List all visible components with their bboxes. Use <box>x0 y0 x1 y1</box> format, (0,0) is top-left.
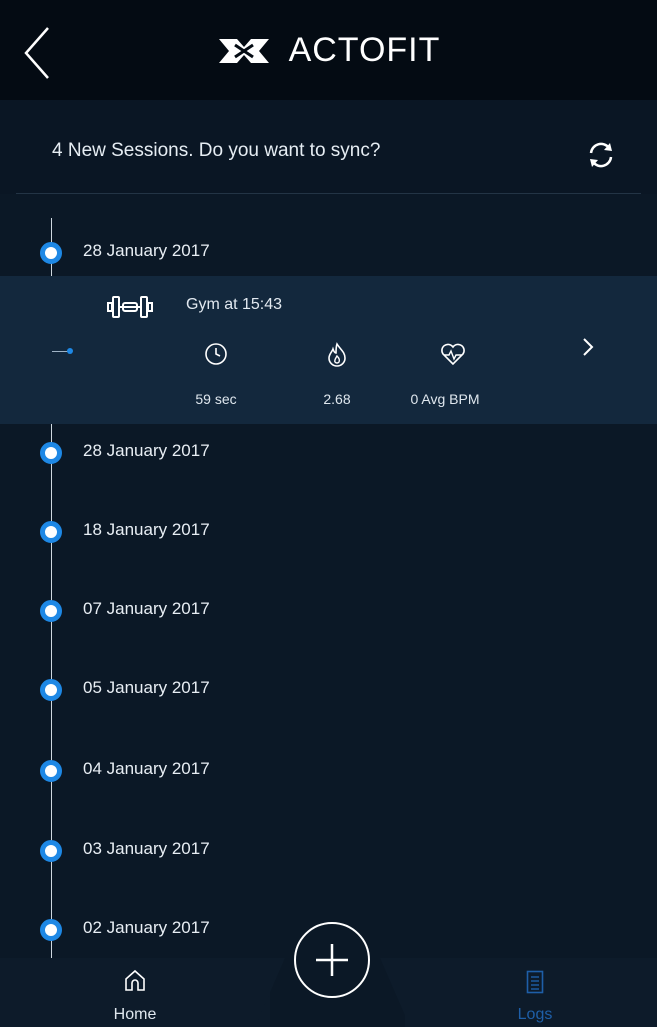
sync-button[interactable] <box>586 140 616 170</box>
timeline-date-item[interactable]: 04 January 2017 <box>0 754 657 794</box>
dumbbell-icon <box>107 296 153 318</box>
timeline-dot <box>40 760 62 782</box>
date-label: 18 January 2017 <box>83 520 210 539</box>
sync-message: 4 New Sessions. Do you want to sync? <box>52 140 381 161</box>
timeline-dot <box>40 442 62 464</box>
calories-value: 2.68 <box>323 391 351 407</box>
heart-rate-value: 0 Avg BPM <box>410 391 480 407</box>
date-label: 28 January 2017 <box>83 441 210 460</box>
tab-home-label: Home <box>113 1006 157 1023</box>
timeline-dot <box>40 679 62 701</box>
session-title: Gym at 15:43 <box>186 296 283 313</box>
session-card[interactable]: Gym at 15:43 59 sec 2.68 0 Avg BPM <box>0 276 657 424</box>
tab-home[interactable]: Home <box>90 958 180 1027</box>
date-label: 03 January 2017 <box>83 839 210 858</box>
timeline-dot <box>40 840 62 862</box>
timeline-date-item[interactable]: 05 January 2017 <box>0 673 657 713</box>
timeline-date-item[interactable]: 28 January 2017 <box>0 436 657 476</box>
connector-dot <box>67 348 73 354</box>
brand: ACTOFIT <box>0 0 657 100</box>
chevron-right-icon[interactable] <box>580 336 596 358</box>
date-label: 02 January 2017 <box>83 918 210 937</box>
divider <box>16 193 641 194</box>
heart-rate-icon <box>441 343 465 366</box>
tab-logs[interactable]: Logs <box>490 958 580 1027</box>
timeline-date-item[interactable]: 28 January 2017 <box>0 236 657 276</box>
clock-icon <box>205 343 227 365</box>
sync-icon <box>589 142 613 168</box>
timeline-date-item[interactable]: 18 January 2017 <box>0 515 657 555</box>
timeline-dot <box>40 242 62 264</box>
tab-bar-left-slope <box>255 958 285 1027</box>
date-label: 05 January 2017 <box>83 678 210 697</box>
timeline-dot <box>40 600 62 622</box>
plus-icon <box>316 944 348 976</box>
date-label: 28 January 2017 <box>83 241 210 260</box>
timeline-date-item[interactable]: 07 January 2017 <box>0 594 657 634</box>
home-icon <box>125 969 145 991</box>
timeline-dot <box>40 521 62 543</box>
date-label: 07 January 2017 <box>83 599 210 618</box>
tab-logs-label: Logs <box>517 1006 553 1023</box>
app-header: ACTOFIT <box>0 0 657 100</box>
app-title: ACTOFIT <box>288 30 441 69</box>
timeline-date-item[interactable]: 03 January 2017 <box>0 834 657 874</box>
sync-banner: 4 New Sessions. Do you want to sync? <box>0 100 657 194</box>
timeline-dot <box>40 919 62 941</box>
actofit-logo-icon <box>218 39 269 63</box>
duration-value: 59 sec <box>195 391 237 407</box>
date-label: 04 January 2017 <box>83 759 210 778</box>
logs-icon <box>526 970 544 994</box>
add-session-button[interactable] <box>294 922 370 998</box>
flame-icon <box>328 342 346 367</box>
